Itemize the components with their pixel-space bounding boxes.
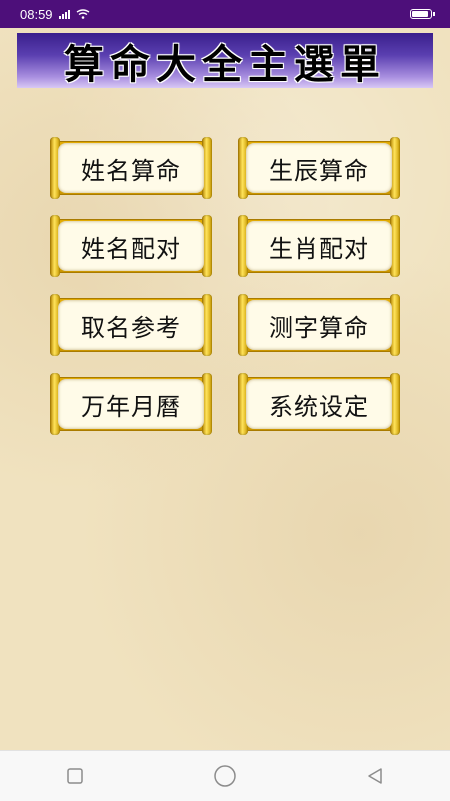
menu-button-label: 系统设定 [269, 392, 369, 421]
scroll-paper: 系统设定 [246, 379, 392, 429]
menu-button-name-match[interactable]: 姓名配对 [50, 215, 212, 277]
menu-button-label: 生肖配对 [269, 234, 369, 263]
scroll-paper: 万年月曆 [58, 379, 204, 429]
status-left: 08:59 [20, 7, 90, 22]
menu-button-label: 姓名算命 [81, 156, 181, 185]
scroll-paper: 测字算命 [246, 300, 392, 350]
menu-button-label: 测字算命 [269, 313, 369, 342]
scroll-paper: 取名参考 [58, 300, 204, 350]
circle-home-icon [214, 765, 236, 787]
battery-charging-icon [410, 9, 435, 19]
menu-button-label: 万年月曆 [81, 392, 181, 421]
menu-button-perpetual-calendar[interactable]: 万年月曆 [50, 373, 212, 435]
scroll-paper: 生肖配对 [246, 221, 392, 271]
menu-button-label: 姓名配对 [81, 234, 181, 263]
scroll-paper: 姓名配对 [58, 221, 204, 271]
menu-button-zodiac-match[interactable]: 生肖配对 [238, 215, 400, 277]
menu-button-naming-reference[interactable]: 取名参考 [50, 294, 212, 356]
square-recents-icon [67, 768, 83, 784]
wifi-icon [76, 9, 89, 19]
scroll-paper: 生辰算命 [246, 143, 392, 193]
triangle-back-icon [368, 768, 382, 784]
menu-button-birth-fortune[interactable]: 生辰算命 [238, 137, 400, 199]
system-nav-bar [0, 750, 450, 801]
page-title: 算命大全主選單 [64, 40, 386, 88]
scroll-paper: 姓名算命 [58, 143, 204, 193]
menu-button-character-divination[interactable]: 测字算命 [238, 294, 400, 356]
status-time: 08:59 [20, 6, 53, 22]
menu-button-name-fortune[interactable]: 姓名算命 [50, 137, 212, 199]
cell-signal-icon [58, 9, 70, 19]
status-bar: 08:59 [0, 0, 450, 28]
menu-button-label: 生辰算命 [269, 156, 369, 185]
back-button[interactable] [355, 756, 395, 796]
recents-button[interactable] [55, 756, 95, 796]
home-button[interactable] [205, 756, 245, 796]
title-banner: 算命大全主選單 [17, 33, 433, 88]
menu-button-label: 取名参考 [81, 313, 181, 342]
menu-button-system-settings[interactable]: 系统设定 [238, 373, 400, 435]
